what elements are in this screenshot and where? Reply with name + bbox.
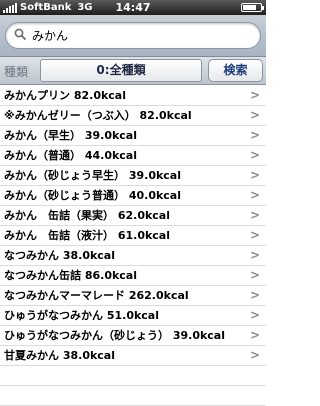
chevron-right-icon: > [249,148,260,162]
category-selector[interactable]: 0:全種類 [40,59,202,82]
item-label: なつみかんマーマレード 262.0kcal [4,289,189,302]
chevron-right-icon: > [249,248,260,262]
clock: 14:47 [115,1,151,14]
chevron-right-icon: > [249,168,260,182]
list-item[interactable]: みかん（普通） 44.0kcal > [0,146,266,166]
list-item[interactable]: 甘夏みかん 38.0kcal > [0,346,266,366]
item-label: みかん（普通） 44.0kcal [4,149,137,162]
results-list: みかんプリン 82.0kcal > ※みかんゼリー（つぶ入） 82.0kcal > … [0,86,266,406]
item-label: みかん（早生） 39.0kcal [4,129,137,142]
item-label: みかん（砂じょう普通） 40.0kcal [4,189,181,202]
chevron-right-icon: > [249,128,260,142]
chevron-right-icon: > [249,108,260,122]
list-item[interactable]: ※みかんゼリー（つぶ入） 82.0kcal > [0,106,266,126]
item-label: みかん 缶詰（果実） 62.0kcal [4,209,170,222]
filter-bar: 種類 0:全種類 検索 [0,57,266,85]
search-bar [0,15,266,57]
category-label: 種類 [4,65,29,79]
item-label: みかん 缶詰（液汁） 61.0kcal [4,229,170,242]
chevron-right-icon: > [249,88,260,102]
search-button[interactable]: 検索 [208,59,263,82]
empty-row [0,366,266,386]
list-item[interactable]: ひゅうがなつみかん（砂じょう） 39.0kcal > [0,326,266,346]
chevron-right-icon: > [249,188,260,202]
list-item[interactable]: みかんプリン 82.0kcal > [0,86,266,106]
item-label: みかんプリン 82.0kcal [4,89,126,102]
empty-row [0,386,266,406]
search-field[interactable] [5,22,261,49]
chevron-right-icon: > [249,208,260,222]
magnifier-icon [14,28,26,40]
list-item[interactable]: なつみかん 38.0kcal > [0,246,266,266]
item-label: なつみかん 38.0kcal [4,249,115,262]
item-label: みかん（砂じょう早生） 39.0kcal [4,169,181,182]
item-label: なつみかん缶詰 86.0kcal [4,269,137,282]
chevron-right-icon: > [249,268,260,282]
list-item[interactable]: なつみかんマーマレード 262.0kcal > [0,286,266,306]
list-item[interactable]: みかん（砂じょう早生） 39.0kcal > [0,166,266,186]
chevron-right-icon: > [249,308,260,322]
chevron-right-icon: > [249,328,260,342]
item-label: ひゅうがなつみかん 51.0kcal [4,309,159,322]
battery-icon [241,3,264,12]
list-item[interactable]: みかん 缶詰（液汁） 61.0kcal > [0,226,266,246]
item-label: 甘夏みかん 38.0kcal [4,349,115,362]
status-bar: SoftBank 3G 14:47 [0,0,266,15]
list-item[interactable]: みかん（砂じょう普通） 40.0kcal > [0,186,266,206]
list-item[interactable]: みかん 缶詰（果実） 62.0kcal > [0,206,266,226]
list-item[interactable]: なつみかん缶詰 86.0kcal > [0,266,266,286]
item-label: ※みかんゼリー（つぶ入） 82.0kcal [4,109,192,122]
search-input[interactable] [32,26,252,45]
item-label: ひゅうがなつみかん（砂じょう） 39.0kcal [4,329,225,342]
chevron-right-icon: > [249,288,260,302]
chevron-right-icon: > [249,348,260,362]
list-item[interactable]: ひゅうがなつみかん 51.0kcal > [0,306,266,326]
list-item[interactable]: みかん（早生） 39.0kcal > [0,126,266,146]
chevron-right-icon: > [249,228,260,242]
